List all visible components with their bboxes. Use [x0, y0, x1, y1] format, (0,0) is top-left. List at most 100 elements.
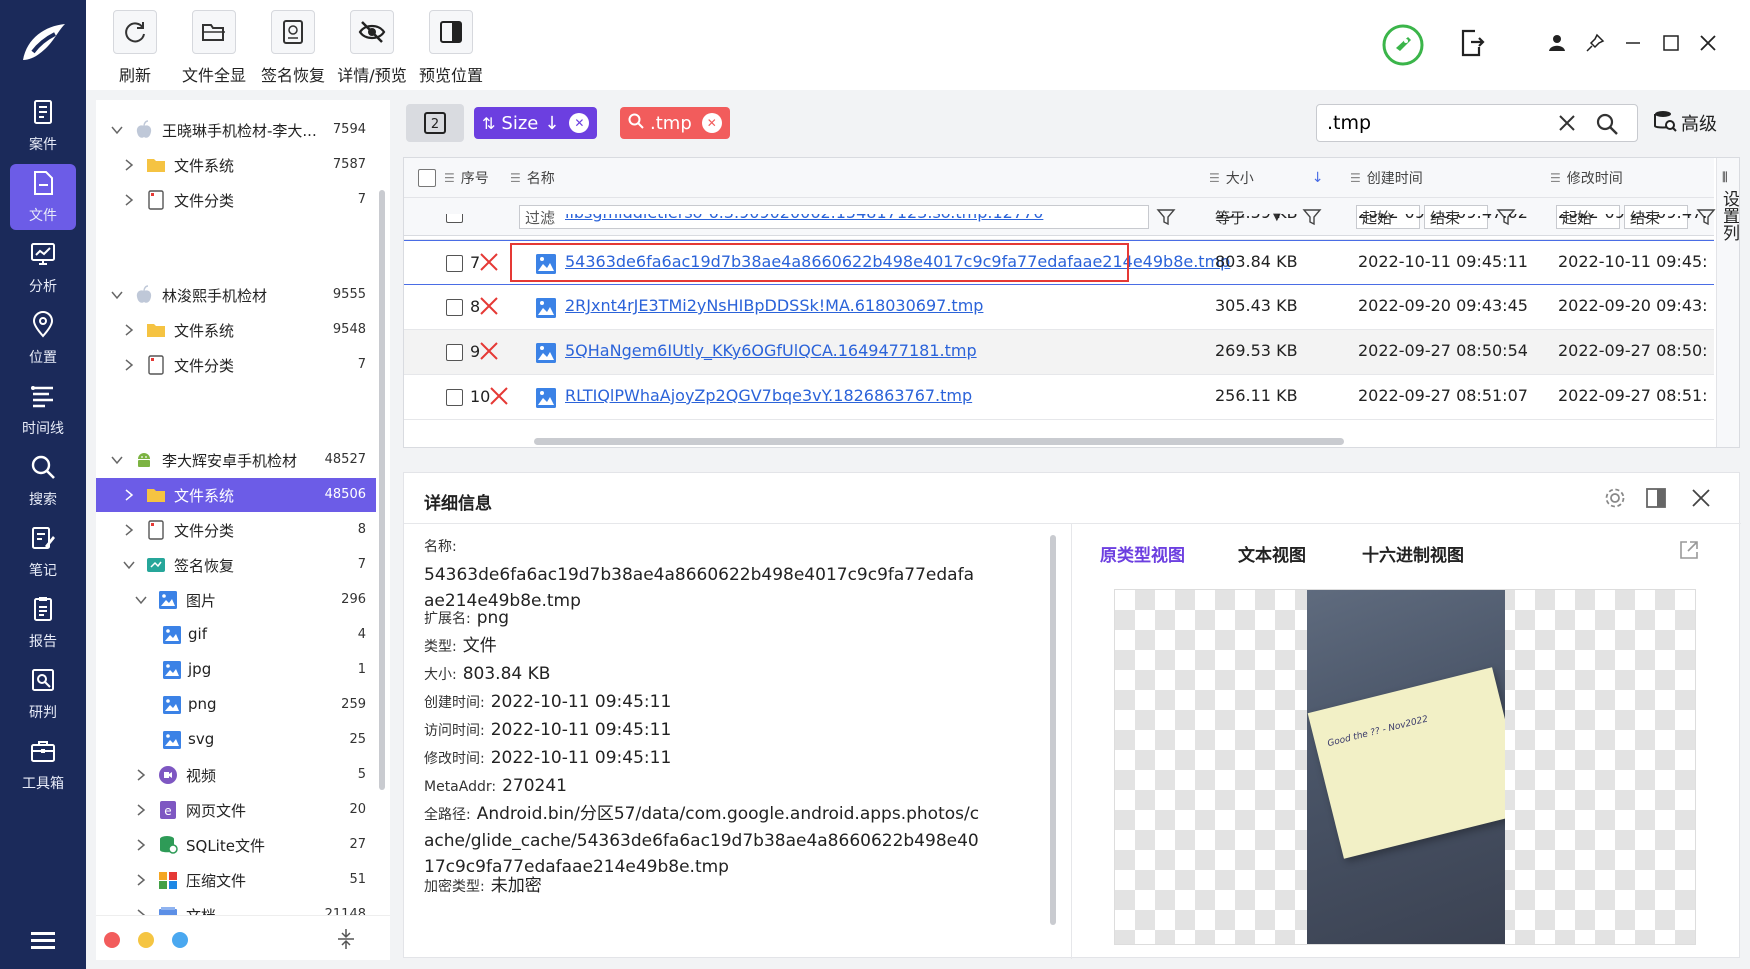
- row-checkbox[interactable]: [446, 389, 463, 406]
- tree-item[interactable]: 文件分类 8: [96, 513, 376, 547]
- col-index-header[interactable]: ☰ 序号: [444, 158, 489, 198]
- shield-status-icon[interactable]: [1382, 24, 1424, 66]
- remove-size-chip-icon[interactable]: ✕: [569, 113, 590, 133]
- close-detail-icon[interactable]: [1690, 487, 1712, 513]
- nav-item-toolbox[interactable]: 工具箱: [10, 732, 76, 798]
- clear-search-icon[interactable]: [1557, 113, 1577, 137]
- nav-item-case[interactable]: 案件: [10, 93, 76, 159]
- tab-hex-view[interactable]: 十六进制视图: [1362, 541, 1464, 566]
- panel-position-icon[interactable]: [1645, 487, 1667, 513]
- red-dot[interactable]: [104, 932, 120, 948]
- search-submit-icon[interactable]: [1595, 112, 1619, 140]
- open-external-icon[interactable]: [1678, 539, 1700, 565]
- tree-item[interactable]: SQLite文件 27: [96, 828, 376, 862]
- yellow-dot[interactable]: [138, 932, 154, 948]
- chevron-down-icon[interactable]: [122, 558, 136, 572]
- user-icon[interactable]: [1542, 28, 1572, 58]
- file-name-link[interactable]: 2RJxnt4rJE3TMi2yNsHIBpDDSSk!MA.618030697…: [565, 296, 983, 315]
- maximize-icon[interactable]: [1656, 28, 1686, 58]
- tmp-search-chip[interactable]: .tmp ✕: [620, 107, 730, 139]
- chevron-down-icon[interactable]: [110, 453, 124, 467]
- select-all-checkbox[interactable]: [418, 169, 436, 187]
- file-name-link[interactable]: 5QHaNgem6IUtly_KKy6OGfUlQCA.1649477181.t…: [565, 341, 977, 360]
- tree-item[interactable]: e 网页文件 20: [96, 793, 376, 827]
- row-checkbox[interactable]: [446, 344, 463, 361]
- view-toggle-button[interactable]: 2: [406, 104, 464, 142]
- tree-item[interactable]: 李大辉安卓手机检材 48527: [96, 443, 376, 477]
- tree-item[interactable]: 图片 296: [96, 583, 376, 617]
- refresh-button[interactable]: 刷新: [95, 10, 175, 86]
- table-row[interactable]: 7 54363de6fa6ac19d7b38ae4a8660622b498e401…: [404, 240, 1714, 285]
- advanced-search-button[interactable]: 高级: [1653, 108, 1717, 138]
- tree-item[interactable]: svg 25: [96, 723, 376, 757]
- chevron-right-icon[interactable]: [122, 523, 136, 537]
- nav-item-file[interactable]: 文件: [10, 164, 76, 230]
- show-all-files-button[interactable]: 文件全显: [174, 10, 254, 86]
- col-ctime-header[interactable]: ☰ 创建时间: [1350, 158, 1423, 198]
- col-name-header[interactable]: ☰ 名称: [510, 158, 555, 198]
- nav-item-analysis[interactable]: 分析: [10, 235, 76, 301]
- chevron-right-icon[interactable]: [122, 158, 136, 172]
- preview-position-button[interactable]: 预览位置: [411, 10, 491, 86]
- tree-item[interactable]: 文件系统 48506: [96, 478, 376, 512]
- tree-item[interactable]: 王晓琳手机检材-李大... 7594: [96, 113, 376, 147]
- chevron-down-icon[interactable]: [134, 593, 148, 607]
- nav-item-notes[interactable]: 笔记: [10, 519, 76, 585]
- row-checkbox[interactable]: [446, 214, 463, 223]
- tab-text-view[interactable]: 文本视图: [1238, 541, 1306, 566]
- table-row-partial[interactable]: libsgmiddletierso-6.3.909020062.15481712…: [404, 214, 1714, 240]
- chevron-right-icon[interactable]: [122, 323, 136, 337]
- menu-icon[interactable]: [26, 925, 60, 955]
- tree-item[interactable]: 视频 5: [96, 758, 376, 792]
- nav-item-search[interactable]: 搜索: [10, 448, 76, 514]
- size-sort-chip[interactable]: ⇅ Size ↓ ✕: [474, 107, 598, 139]
- nav-item-judge[interactable]: 研判: [10, 661, 76, 727]
- gear-icon[interactable]: [1604, 487, 1626, 513]
- col-size-header[interactable]: ☰ 大小 ↓: [1209, 158, 1324, 198]
- nav-item-timeline[interactable]: 时间线: [10, 377, 76, 443]
- tree-item[interactable]: 林浚熙手机检材 9555: [96, 278, 376, 312]
- blue-dot[interactable]: [172, 932, 188, 948]
- chevron-right-icon[interactable]: [122, 193, 136, 207]
- file-name-link[interactable]: RLTIQlPWhaAjoyZp2QGV7bqe3vY.1826863767.t…: [565, 386, 972, 405]
- tree-item[interactable]: png 259: [96, 688, 376, 722]
- chevron-right-icon[interactable]: [122, 488, 136, 502]
- search-input[interactable]: [1327, 111, 1547, 135]
- properties-scrollbar[interactable]: [1050, 535, 1056, 925]
- export-icon[interactable]: [1457, 28, 1487, 58]
- tree-item[interactable]: 文件系统 9548: [96, 313, 376, 347]
- tree-item[interactable]: 压缩文件 51: [96, 863, 376, 897]
- tree-item[interactable]: gif 4: [96, 618, 376, 652]
- row-checkbox[interactable]: [446, 299, 463, 316]
- tree-item[interactable]: jpg 1: [96, 653, 376, 687]
- grid-horizontal-scrollbar[interactable]: [534, 438, 1344, 445]
- chevron-down-icon[interactable]: [110, 123, 124, 137]
- nav-item-location[interactable]: 位置: [10, 306, 76, 372]
- table-row[interactable]: 8 2RJxnt4rJE3TMi2yNsHIBpDDSSk!MA.61803069…: [404, 285, 1714, 330]
- minimize-icon[interactable]: [1618, 28, 1648, 58]
- chevron-right-icon[interactable]: [122, 358, 136, 372]
- tree-scrollbar[interactable]: [379, 190, 385, 790]
- chevron-right-icon[interactable]: [134, 838, 148, 852]
- signature-restore-button[interactable]: 签名恢复: [253, 10, 333, 86]
- nav-item-report[interactable]: 报告: [10, 590, 76, 656]
- detail-preview-button[interactable]: 详情/预览: [332, 10, 412, 86]
- close-window-icon[interactable]: [1693, 28, 1723, 58]
- tree-item[interactable]: 文件分类 7: [96, 348, 376, 382]
- col-mtime-header[interactable]: ☰ 修改时间: [1550, 158, 1623, 198]
- chevron-right-icon[interactable]: [134, 768, 148, 782]
- column-settings-button[interactable]: ⫼ 设置列: [1716, 158, 1739, 447]
- collapse-all-icon[interactable]: [336, 928, 356, 954]
- chevron-down-icon[interactable]: [110, 288, 124, 302]
- remove-tmp-chip-icon[interactable]: ✕: [701, 113, 722, 133]
- row-checkbox[interactable]: [446, 255, 463, 272]
- table-row[interactable]: 10 RLTIQlPWhaAjoyZp2QGV7bqe3vY.1826863767…: [404, 375, 1714, 420]
- file-name-link[interactable]: libsgmiddletierso-6.3.909020062.15481712…: [565, 214, 1043, 222]
- pin-icon[interactable]: [1580, 28, 1610, 58]
- chevron-right-icon[interactable]: [134, 803, 148, 817]
- tab-native-view[interactable]: 原类型视图: [1100, 541, 1185, 566]
- tree-item[interactable]: 文件系统 7587: [96, 148, 376, 182]
- tree-item[interactable]: 文件分类 7: [96, 183, 376, 217]
- table-row[interactable]: 9 5QHaNgem6IUtly_KKy6OGfUlQCA.1649477181.…: [404, 330, 1714, 375]
- chevron-right-icon[interactable]: [134, 873, 148, 887]
